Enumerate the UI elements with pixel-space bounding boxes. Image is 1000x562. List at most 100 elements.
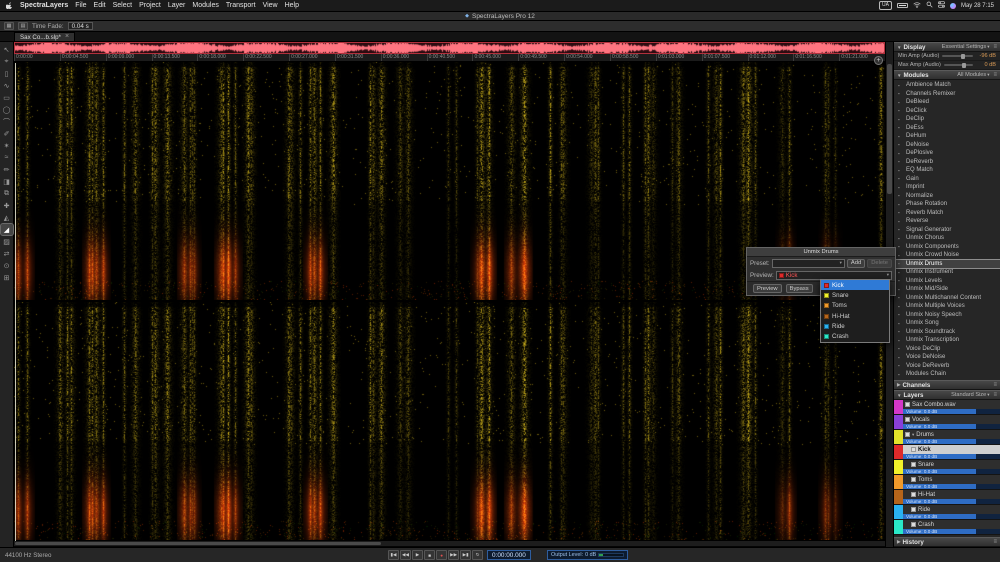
pan-tool[interactable]: ⊞ [1, 272, 13, 283]
layer-row[interactable]: Toms Volume: 0.0 dB [894, 475, 1000, 490]
panel-menu-icon[interactable]: ≡ [993, 382, 997, 388]
menu-item-select[interactable]: Select [113, 2, 132, 9]
tab-close-icon[interactable]: × [65, 33, 69, 40]
menu-item-view[interactable]: View [263, 2, 278, 9]
module-item[interactable]: ▪ Reverse [894, 217, 1000, 226]
menu-item-file[interactable]: File [75, 2, 86, 9]
layer-visibility-toggle[interactable] [905, 402, 910, 407]
transport-loop-button[interactable]: ↻ [472, 550, 484, 560]
layer-expand-arrow[interactable]: ▾ [912, 432, 914, 438]
display-setting-value[interactable]: 0 dB [976, 62, 996, 68]
layer-visibility-toggle[interactable] [911, 492, 916, 497]
layer-volume-bar[interactable]: Volume: 0.0 dB [903, 514, 1000, 519]
module-item[interactable]: ▪ Unmix Transcription [894, 336, 1000, 345]
module-item[interactable]: ▪ Voice DeClip [894, 345, 1000, 354]
clone-tool[interactable]: ⧉ [1, 188, 13, 199]
layer-volume-bar[interactable]: Volume: 0.0 dB [903, 469, 1000, 474]
menu-item-transport[interactable]: Transport [226, 2, 256, 9]
timeline-overview[interactable] [14, 42, 885, 54]
module-item[interactable]: ▪ DeClip [894, 115, 1000, 124]
rectangle-selection-tool[interactable]: ▭ [1, 92, 13, 103]
document-tab[interactable]: Sax Co...b.slp* × [14, 32, 76, 41]
lasso-selection-tool[interactable]: ⌒ [1, 116, 13, 127]
collapse-arrow-icon[interactable]: ▼ [897, 73, 901, 78]
spectrogram-right-channel[interactable] [14, 302, 885, 540]
magic-wand-tool[interactable]: ✶ [1, 140, 13, 151]
layer-visibility-toggle[interactable] [905, 417, 910, 422]
heal-tool[interactable]: ✚ [1, 200, 13, 211]
module-item[interactable]: ▪ Ambience Match [894, 81, 1000, 90]
layer-row[interactable]: Kick Volume: 0.0 dB [894, 445, 1000, 460]
brush-selection-tool[interactable]: ✐ [1, 128, 13, 139]
erase-tool[interactable]: ◨ [1, 176, 13, 187]
component-option[interactable]: Ride [821, 321, 889, 331]
transport-jump-start-button[interactable]: ▮◀ [388, 550, 399, 560]
module-item[interactable]: ▪ Reverb Match [894, 209, 1000, 218]
siri-icon[interactable] [949, 2, 956, 9]
module-item[interactable]: ▪ Channels Remixer [894, 90, 1000, 99]
collapse-arrow-icon[interactable]: ▼ [897, 393, 901, 398]
preset-combobox[interactable]: ▾ [771, 258, 845, 268]
pointer-tool[interactable]: ↖ [1, 44, 13, 55]
amplify-tool[interactable]: ◭ [1, 212, 13, 223]
module-item[interactable]: ▪ Unmix Soundtrack [894, 328, 1000, 337]
apple-menu-icon[interactable] [5, 2, 13, 10]
display-setting-slider[interactable] [943, 62, 973, 68]
layer-visibility-toggle[interactable] [905, 432, 910, 437]
collapse-arrow-icon[interactable]: ▶ [897, 539, 900, 545]
module-item[interactable]: ▪ Unmix Crowd Noise [894, 251, 1000, 260]
ellipse-selection-tool[interactable]: ◯ [1, 104, 13, 115]
time-ruler[interactable]: 0:00:00 0:00:04.500 0:00:09.000 0:00:13.500… [14, 54, 885, 62]
module-item[interactable]: ▪ DeHum [894, 132, 1000, 141]
module-item[interactable]: ▪ Unmix Components [894, 243, 1000, 252]
layer-volume-bar[interactable]: Volume: 0.0 dB [903, 484, 1000, 489]
move-tool[interactable]: ⇄ [1, 248, 13, 259]
modules-panel-header[interactable]: ▼ Modules All Modules ▾ ≡ [894, 70, 1000, 80]
module-item[interactable]: ▪ DeClick [894, 107, 1000, 116]
module-item[interactable]: ▪ Unmix Levels [894, 277, 1000, 286]
layer-volume-bar[interactable]: Volume: 0.0 dB [903, 499, 1000, 504]
module-item[interactable]: ▪ Voice DeReverb [894, 362, 1000, 371]
output-level-display[interactable]: Output Level: 0 dB [547, 550, 629, 560]
menu-item-help[interactable]: Help [285, 2, 299, 9]
draw-tool[interactable]: ✏ [1, 164, 13, 175]
preset-delete-button[interactable]: Delete [867, 258, 892, 268]
menubar-clock[interactable]: May 28 7:15 [961, 3, 994, 9]
history-panel-header[interactable]: ▶ History ≡ [894, 537, 1000, 547]
layer-row[interactable]: ▾ Drums Volume: 0.0 dB [894, 430, 1000, 445]
component-option[interactable]: Hi-Hat [821, 311, 889, 321]
display-mode-dropdown[interactable]: Essential Settings ▾ [942, 44, 990, 50]
panel-menu-icon[interactable]: ≡ [993, 72, 997, 78]
module-item[interactable]: ▪ Unmix Song [894, 319, 1000, 328]
collapse-arrow-icon[interactable]: ▼ [897, 45, 901, 50]
bypass-button[interactable]: Bypass [785, 284, 813, 293]
transform-tool[interactable]: ⌖ [1, 56, 13, 67]
menu-item-edit[interactable]: Edit [94, 2, 106, 9]
control-center-icon[interactable] [937, 1, 945, 10]
layer-volume-bar[interactable]: Volume: 0.0 dB [903, 424, 1000, 429]
module-item[interactable]: ▪ DeReverb [894, 158, 1000, 167]
window-title-bar[interactable]: ◆ SpectraLayers Pro 12 [0, 12, 1000, 21]
layer-volume-bar[interactable]: Volume: 0.0 dB [903, 439, 1000, 444]
horizontal-scrollbar-thumb[interactable] [15, 542, 381, 545]
panel-menu-icon[interactable]: ≡ [993, 44, 997, 50]
layer-visibility-toggle[interactable] [911, 477, 916, 482]
component-option[interactable]: Snare [821, 290, 889, 300]
display-panel-header[interactable]: ▼ Display Essential Settings ▾ ≡ [894, 42, 1000, 52]
module-item[interactable]: ▪ Unmix Instrument [894, 268, 1000, 277]
component-option[interactable]: Toms [821, 301, 889, 311]
panel-menu-icon[interactable]: ≡ [993, 539, 997, 545]
layer-volume-bar[interactable]: Volume: 0.0 dB [903, 454, 1000, 459]
layer-row[interactable]: Sax Combo.wav Volume: 0.0 dB [894, 400, 1000, 415]
collapse-arrow-icon[interactable]: ▶ [897, 382, 900, 388]
module-item[interactable]: ▪ DeEss [894, 124, 1000, 133]
module-item[interactable]: ▪ Voice DeNoise [894, 353, 1000, 362]
time-display[interactable]: 0:00:00.000 [487, 550, 531, 560]
layer-row[interactable]: Ride Volume: 0.0 dB [894, 505, 1000, 520]
transport-stop-button[interactable]: ■ [424, 550, 436, 560]
module-item[interactable]: ▪ Phase Rotation [894, 200, 1000, 209]
overview-zoom-button[interactable]: + [874, 56, 883, 65]
time-selection-tool[interactable]: ▯ [1, 68, 13, 79]
module-item[interactable]: ▪ Unmix Mid/Side [894, 285, 1000, 294]
module-item[interactable]: ▪ DePlosive [894, 149, 1000, 158]
